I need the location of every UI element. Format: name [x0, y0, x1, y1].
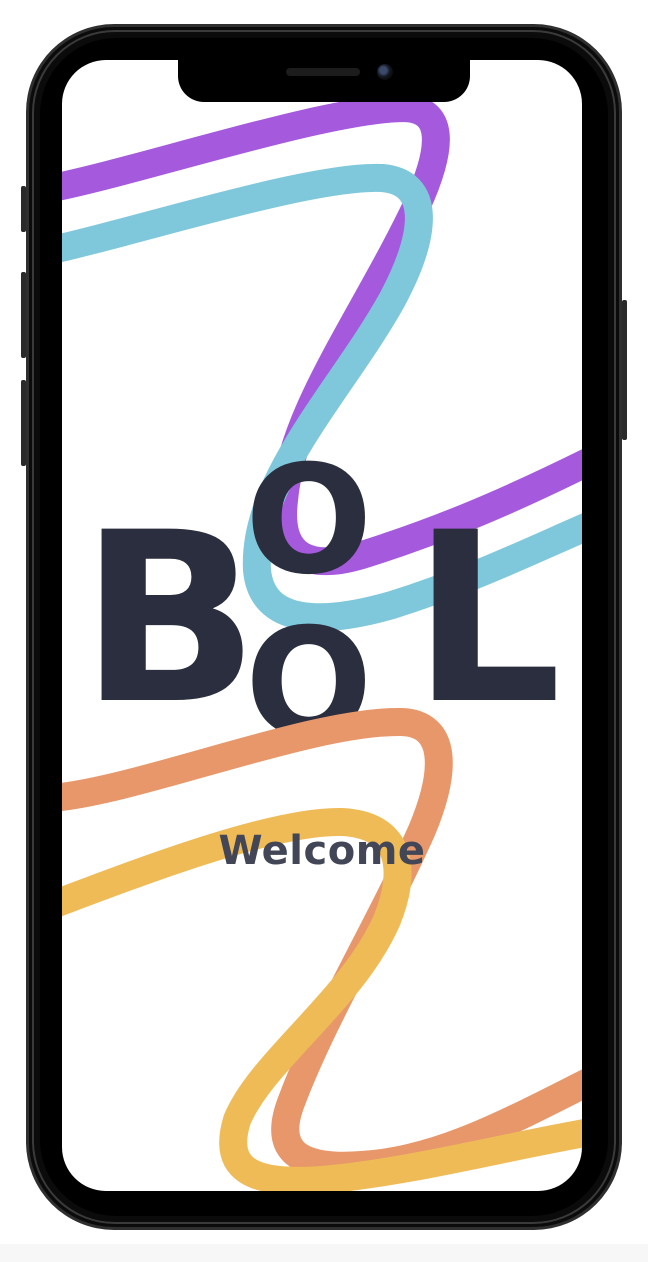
- welcome-artwork: B O O L: [62, 93, 582, 1191]
- speaker-icon: [286, 68, 360, 76]
- orange-ribbon: [62, 707, 582, 1180]
- device-mockup-page: B O O L Welcome: [0, 0, 648, 1262]
- logo-letter-o-top: O: [245, 434, 373, 608]
- welcome-title: Welcome: [218, 828, 426, 874]
- camera-icon: [377, 64, 393, 80]
- logo-letter-l: L: [412, 483, 562, 756]
- app-screen: B O O L Welcome: [62, 60, 582, 1191]
- phone-notch: [178, 60, 470, 102]
- logo-letter-b: B: [80, 483, 259, 756]
